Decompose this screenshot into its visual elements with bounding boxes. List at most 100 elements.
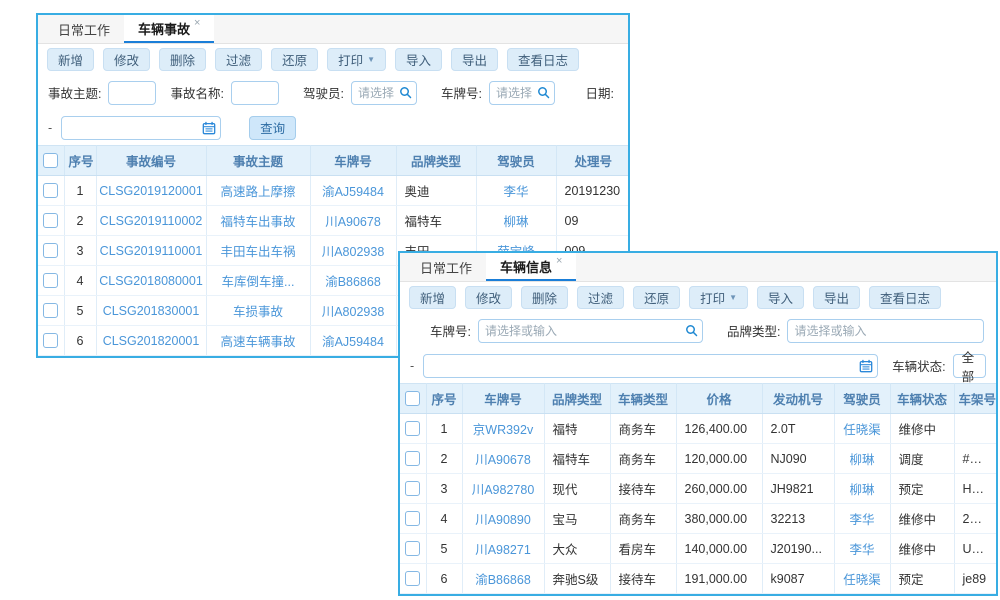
tab-daily-work[interactable]: 日常工作: [406, 253, 486, 281]
row-checkbox[interactable]: [43, 213, 58, 228]
search-icon[interactable]: [399, 86, 412, 99]
row-checkbox[interactable]: [43, 273, 58, 288]
view-log-button[interactable]: 查看日志: [507, 48, 579, 71]
table-cell: 川A98271: [462, 534, 544, 564]
restore-button[interactable]: 还原: [633, 286, 680, 309]
accident-name-input[interactable]: [231, 81, 279, 105]
print-button[interactable]: 打印▼: [327, 48, 386, 71]
search-icon[interactable]: [685, 324, 698, 337]
select-all-checkbox[interactable]: [405, 391, 420, 406]
table-cell: 商务车: [610, 444, 676, 474]
cell-link[interactable]: 李华: [503, 185, 528, 199]
cell-link[interactable]: 李华: [849, 543, 874, 557]
export-button[interactable]: 导出: [451, 48, 498, 71]
cell-link[interactable]: CLSG201830001: [103, 304, 200, 318]
vehicle-status-select[interactable]: 全部: [953, 354, 986, 378]
delete-button[interactable]: 删除: [521, 286, 568, 309]
row-checkbox[interactable]: [43, 183, 58, 198]
cell-link[interactable]: 高速路上摩擦: [220, 185, 295, 199]
table-cell: H201...: [954, 474, 996, 504]
search-icon[interactable]: [537, 86, 550, 99]
cell-link[interactable]: 高速车辆事故: [220, 335, 295, 349]
cell-link[interactable]: 福特车出事故: [220, 215, 295, 229]
modify-button[interactable]: 修改: [103, 48, 150, 71]
tab-daily-work[interactable]: 日常工作: [44, 15, 124, 43]
cell-link[interactable]: 川A98271: [475, 543, 531, 557]
table-row: 6渝B86868奔驰S级接待车191,000.00k9087任晓渠预定je89: [400, 564, 996, 594]
caret-down-icon: ▼: [367, 55, 375, 64]
select-all-checkbox[interactable]: [43, 153, 58, 168]
cell-link[interactable]: 渝AJ59484: [322, 185, 384, 199]
close-icon[interactable]: ×: [194, 18, 200, 29]
cell-link[interactable]: 渝AJ59484: [322, 335, 384, 349]
tab-vehicle-info[interactable]: 车辆信息 ×: [486, 253, 576, 281]
tab-label: 车辆信息: [500, 257, 552, 276]
cell-link[interactable]: 车库倒车撞...: [222, 275, 295, 289]
tab-vehicle-accidents[interactable]: 车辆事故 ×: [124, 15, 214, 43]
date-end-input[interactable]: [61, 116, 221, 140]
query-button[interactable]: 查询: [249, 116, 296, 140]
checkbox-cell: [38, 326, 64, 356]
date-end-input[interactable]: [423, 354, 878, 378]
cell-link[interactable]: 川A802938: [322, 245, 385, 259]
view-log-button[interactable]: 查看日志: [869, 286, 941, 309]
cell-link[interactable]: 柳琳: [503, 215, 528, 229]
accident-subject-input[interactable]: [108, 81, 156, 105]
filter-button[interactable]: 过滤: [577, 286, 624, 309]
checkbox-cell: [400, 534, 426, 564]
cell-link[interactable]: 川A802938: [322, 305, 385, 319]
table-cell: JH9821: [762, 474, 834, 504]
filter-button[interactable]: 过滤: [215, 48, 262, 71]
calendar-icon[interactable]: [202, 121, 216, 135]
table-cell: 3: [64, 236, 96, 266]
delete-button[interactable]: 删除: [159, 48, 206, 71]
modify-button[interactable]: 修改: [465, 286, 512, 309]
cell-link[interactable]: 柳琳: [849, 483, 874, 497]
cell-link[interactable]: 丰田车出车祸: [220, 245, 295, 259]
cell-link[interactable]: 任晓渠: [843, 573, 881, 587]
cell-link[interactable]: 川A982780: [472, 483, 535, 497]
row-checkbox[interactable]: [43, 303, 58, 318]
brand-combo-input[interactable]: [787, 319, 984, 343]
cell-link[interactable]: 京WR392v: [473, 423, 533, 437]
cell-link[interactable]: 川A90678: [475, 453, 531, 467]
import-button[interactable]: 导入: [395, 48, 442, 71]
cell-link[interactable]: 渝B86868: [325, 275, 381, 289]
row-checkbox[interactable]: [405, 451, 420, 466]
add-button[interactable]: 新增: [47, 48, 94, 71]
row-checkbox[interactable]: [405, 421, 420, 436]
cell-link[interactable]: 车损事故: [233, 305, 283, 319]
calendar-icon[interactable]: [859, 359, 873, 373]
cell-link[interactable]: CLSG2019110001: [100, 244, 203, 258]
table-cell: 维修中: [890, 504, 954, 534]
add-button[interactable]: 新增: [409, 286, 456, 309]
row-checkbox[interactable]: [405, 511, 420, 526]
print-button[interactable]: 打印▼: [689, 286, 748, 309]
vehicle-info-window: 日常工作 车辆信息 × 新增修改删除过滤还原打印▼导入导出查看日志 车牌号: 品…: [398, 251, 998, 596]
cell-link[interactable]: 柳琳: [849, 453, 874, 467]
row-checkbox[interactable]: [405, 541, 420, 556]
plate-combo-input[interactable]: [478, 319, 703, 343]
row-checkbox[interactable]: [405, 481, 420, 496]
restore-button[interactable]: 还原: [271, 48, 318, 71]
toolbar: 新增修改删除过滤还原打印▼ 导入导出查看日志: [38, 44, 628, 75]
cell-link[interactable]: 李华: [849, 513, 874, 527]
checkbox-cell: [38, 236, 64, 266]
cell-link[interactable]: CLSG201820001: [103, 334, 200, 348]
cell-link[interactable]: 川A90678: [325, 215, 381, 229]
column-header: 品牌类型: [544, 384, 610, 414]
cell-link[interactable]: CLSG2019120001: [99, 184, 203, 198]
close-icon[interactable]: ×: [556, 256, 562, 267]
row-checkbox[interactable]: [405, 571, 420, 586]
export-button[interactable]: 导出: [813, 286, 860, 309]
filter-panel: 事故主题: 事故名称: 驾驶员: 车牌号: 日期:: [38, 75, 628, 145]
table-cell: 柳琳: [476, 206, 556, 236]
row-checkbox[interactable]: [43, 333, 58, 348]
import-button[interactable]: 导入: [757, 286, 804, 309]
cell-link[interactable]: 任晓渠: [843, 423, 881, 437]
cell-link[interactable]: CLSG2018080001: [99, 274, 203, 288]
cell-link[interactable]: CLSG2019110002: [100, 214, 203, 228]
cell-link[interactable]: 川A90890: [475, 513, 531, 527]
row-checkbox[interactable]: [43, 243, 58, 258]
cell-link[interactable]: 渝B86868: [475, 573, 531, 587]
